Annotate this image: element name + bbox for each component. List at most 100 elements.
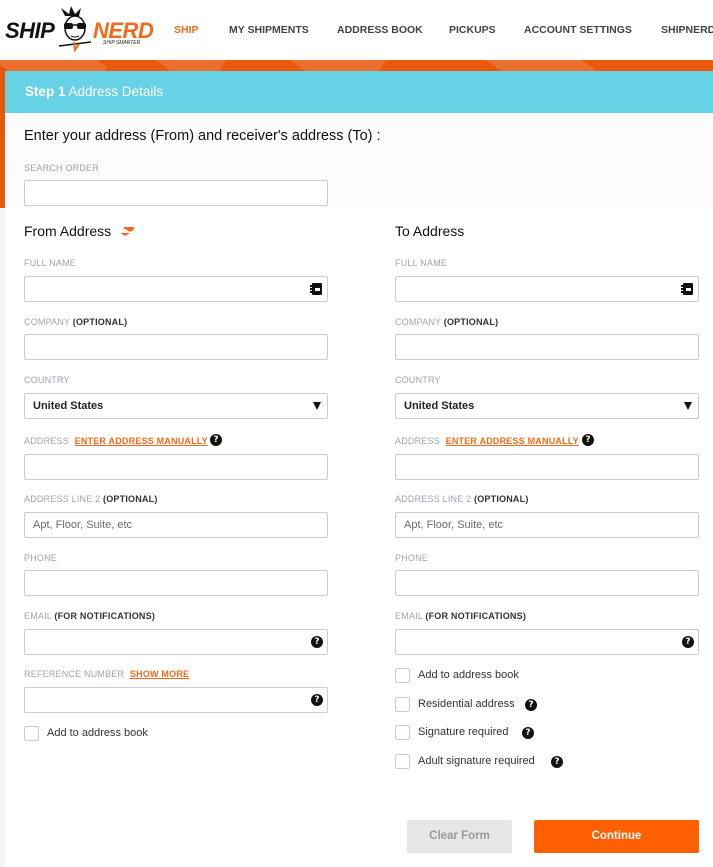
to-country-select[interactable]: United States — [395, 393, 699, 419]
from-full-name-label: FULL NAME — [24, 258, 76, 268]
from-email-label-text: EMAIL — [24, 611, 52, 621]
to-residential-address[interactable]: Residential address ? — [395, 697, 595, 713]
from-company-label: COMPANY (OPTIONAL) — [24, 317, 127, 327]
to-address2-label: ADDRESS LINE 2 (OPTIONAL) — [395, 494, 529, 504]
to-country-label: COUNTRY — [395, 375, 441, 385]
to-address-label-text: ADDRESS — [395, 436, 440, 446]
from-company-input[interactable] — [24, 334, 328, 360]
search-order-input[interactable] — [24, 180, 328, 206]
to-full-name-label: FULL NAME — [395, 258, 447, 268]
checkbox-label: Adult signature required — [418, 755, 535, 767]
dropdown-caret-icon — [684, 402, 692, 410]
help-icon[interactable]: ? — [311, 636, 323, 648]
nav-shipnerd[interactable]: SHIPNERD — [661, 24, 713, 36]
from-phone-input[interactable] — [24, 570, 328, 596]
dropdown-caret-icon — [313, 402, 321, 410]
from-country-value: United States — [33, 400, 104, 412]
from-company-label-text: COMPANY — [24, 317, 71, 327]
optional-tag: (FOR NOTIFICATIONS) — [425, 611, 527, 621]
to-address-input[interactable] — [395, 454, 699, 480]
from-email-input[interactable]: ? — [24, 629, 328, 655]
step-label: Address Details — [68, 84, 164, 99]
optional-tag: (OPTIONAL) — [103, 494, 158, 504]
logo-text-ship: SHIP — [5, 18, 55, 43]
nav-account-settings[interactable]: ACCOUNT SETTINGS — [524, 24, 632, 36]
from-address2-input[interactable]: Apt, Floor, Suite, etc — [24, 512, 328, 538]
help-icon[interactable]: ? — [311, 694, 323, 706]
checkbox-label: Add to address book — [47, 727, 148, 739]
checkbox[interactable] — [395, 668, 410, 683]
address-book-icon[interactable] — [310, 283, 322, 295]
card-edge — [0, 208, 5, 867]
help-icon[interactable]: ? — [551, 756, 563, 768]
step-number: Step 1 — [25, 84, 66, 99]
help-icon[interactable]: ? — [522, 727, 534, 739]
step-header: Step 1 Address Details — [5, 71, 713, 113]
optional-tag: (OPTIONAL) — [474, 494, 529, 504]
to-company-label: COMPANY (OPTIONAL) — [395, 317, 498, 327]
optional-tag: (OPTIONAL) — [72, 317, 128, 327]
nav-my-shipments[interactable]: MY SHIPMENTS — [229, 24, 309, 36]
to-country-value: United States — [404, 400, 475, 412]
to-address2-label-text: ADDRESS LINE 2 — [395, 494, 472, 504]
nerd-mascot-icon — [58, 6, 92, 52]
checkbox-label: Add to address book — [418, 669, 519, 681]
to-company-label-text: COMPANY — [395, 317, 442, 327]
to-phone-input[interactable] — [395, 570, 699, 596]
to-signature-required[interactable]: Signature required ? — [395, 725, 595, 741]
form-intro: Enter your address (From) and receiver's… — [24, 128, 381, 144]
from-reference-label-text: REFERENCE NUMBER — [24, 669, 125, 679]
to-full-name-input[interactable] — [395, 276, 699, 302]
step-title: Step 1 Address Details — [25, 84, 163, 99]
nav-ship[interactable]: SHIP — [174, 24, 199, 36]
checkbox[interactable] — [395, 697, 410, 712]
to-email-label-text: EMAIL — [395, 611, 423, 621]
checkbox[interactable] — [395, 754, 410, 769]
optional-tag: (OPTIONAL) — [443, 317, 499, 327]
to-address-title: To Address — [395, 223, 465, 239]
from-address-label-text: ADDRESS — [24, 436, 69, 446]
from-address-title: From Address — [24, 223, 112, 239]
from-enter-address-manually-link[interactable]: ENTER ADDRESS MANUALLY — [75, 436, 208, 446]
to-email-input[interactable]: ? — [395, 629, 699, 655]
address-book-icon[interactable] — [681, 283, 693, 295]
to-enter-address-manually-link[interactable]: ENTER ADDRESS MANUALLY — [446, 436, 579, 446]
to-phone-label: PHONE — [395, 553, 429, 563]
to-email-label: EMAIL (FOR NOTIFICATIONS) — [395, 611, 526, 621]
from-address-label: ADDRESS ENTER ADDRESS MANUALLY — [24, 436, 208, 446]
from-address2-label-text: ADDRESS LINE 2 — [24, 494, 101, 504]
from-reference-label: REFERENCE NUMBER SHOW MORE — [24, 669, 189, 679]
to-adult-signature-required[interactable]: Adult signature required ? — [395, 754, 595, 770]
to-address2-input[interactable]: Apt, Floor, Suite, etc — [395, 512, 699, 538]
nav-pickups[interactable]: PICKUPS — [449, 24, 496, 36]
from-address-input[interactable] — [24, 454, 328, 480]
checkbox[interactable] — [395, 725, 410, 740]
checkbox[interactable] — [24, 726, 39, 741]
search-order-label: SEARCH ORDER — [24, 163, 99, 173]
show-more-link[interactable]: SHOW MORE — [130, 669, 189, 679]
from-address2-label: ADDRESS LINE 2 (OPTIONAL) — [24, 494, 158, 504]
help-icon[interactable]: ? — [682, 636, 694, 648]
optional-tag: (FOR NOTIFICATIONS) — [54, 611, 156, 621]
from-add-to-address-book[interactable]: Add to address book — [24, 726, 224, 742]
from-email-label: EMAIL (FOR NOTIFICATIONS) — [24, 611, 155, 621]
from-country-select[interactable]: United States — [24, 393, 328, 419]
nav-address-book[interactable]: ADDRESS BOOK — [337, 24, 423, 36]
checkbox-label: Signature required — [418, 726, 509, 738]
clear-form-button[interactable]: Clear Form — [407, 820, 512, 853]
to-add-to-address-book[interactable]: Add to address book — [395, 668, 595, 684]
to-company-input[interactable] — [395, 334, 699, 360]
swap-arrows-icon[interactable] — [121, 227, 134, 236]
shipnerd-logo[interactable]: SHIP NERD SHIP SMARTER — [5, 4, 154, 54]
from-country-label: COUNTRY — [24, 375, 70, 385]
from-reference-input[interactable]: ? — [24, 687, 328, 713]
help-icon[interactable]: ? — [582, 434, 594, 446]
to-address-label: ADDRESS ENTER ADDRESS MANUALLY — [395, 436, 579, 446]
from-full-name-input[interactable] — [24, 276, 328, 302]
help-icon[interactable]: ? — [210, 434, 222, 446]
from-phone-label: PHONE — [24, 553, 58, 563]
checkbox-label: Residential address — [418, 698, 515, 710]
continue-button[interactable]: Continue — [534, 820, 699, 853]
logo-tagline: SHIP SMARTER — [103, 40, 141, 46]
help-icon[interactable]: ? — [525, 699, 537, 711]
